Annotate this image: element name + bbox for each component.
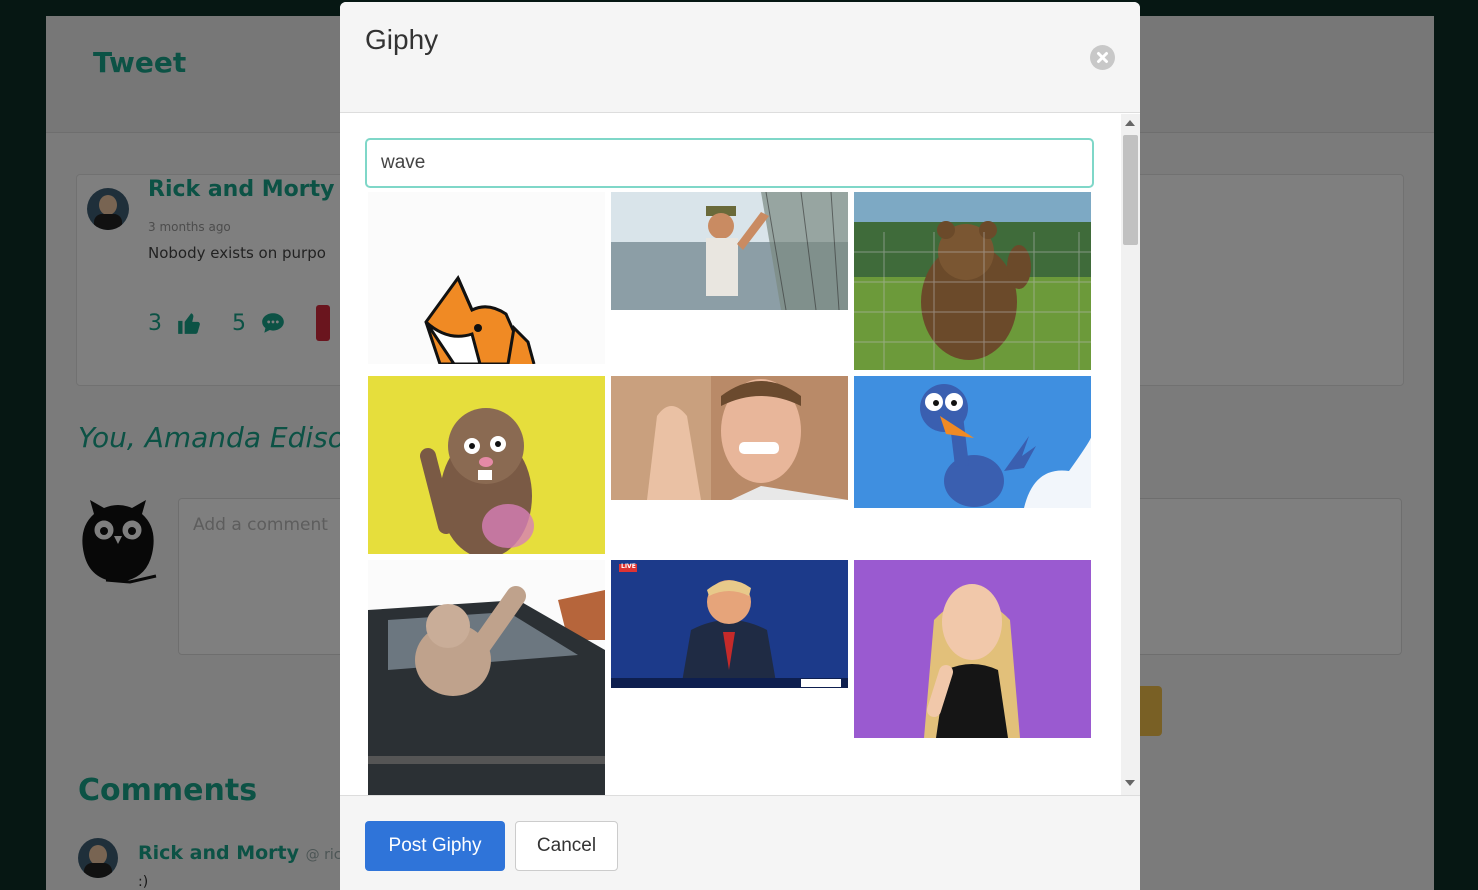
gif-result-fisherman[interactable] [611,192,848,310]
gif-result-puppet[interactable] [368,376,605,554]
man-waving-image [611,376,848,500]
giphy-modal: Giphy wave LIVE Post Giphy Cancel [340,2,1140,890]
modal-footer: Post Giphy Cancel [340,795,1140,890]
blue-bird-image [920,384,1091,508]
modal-scrollbar[interactable] [1121,114,1140,795]
gif-result-fox[interactable] [368,192,605,364]
trump-image [611,560,848,688]
modal-body[interactable]: LIVE [340,114,1140,795]
puppet-image [420,408,534,554]
scroll-down-arrow-icon[interactable] [1125,780,1135,786]
giphy-search-input[interactable] [365,138,1094,188]
bear-image [854,192,1091,370]
woman-waving-image [924,584,1020,738]
gif-result-woman-waving[interactable] [854,560,1091,738]
fisherman-image [611,192,848,310]
fox-image [424,275,536,364]
gif-result-blue-bird[interactable] [854,376,1091,508]
scroll-up-arrow-icon[interactable] [1125,120,1135,126]
gif-result-bear[interactable] [854,192,1091,370]
dog-in-car-image [368,586,605,795]
close-circle-icon[interactable] [1090,45,1115,70]
gif-result-man-waving[interactable] [611,376,848,500]
cancel-button[interactable]: Cancel [515,821,618,871]
scroll-thumb[interactable] [1123,135,1138,245]
close-button[interactable] [1090,45,1115,70]
gif-result-dog-in-car[interactable] [368,560,605,795]
modal-title: Giphy [365,24,439,55]
live-badge: LIVE [621,563,636,570]
gif-result-trump[interactable]: LIVE [611,560,848,688]
post-giphy-button[interactable]: Post Giphy [365,821,505,871]
modal-header: Giphy [340,2,1140,113]
